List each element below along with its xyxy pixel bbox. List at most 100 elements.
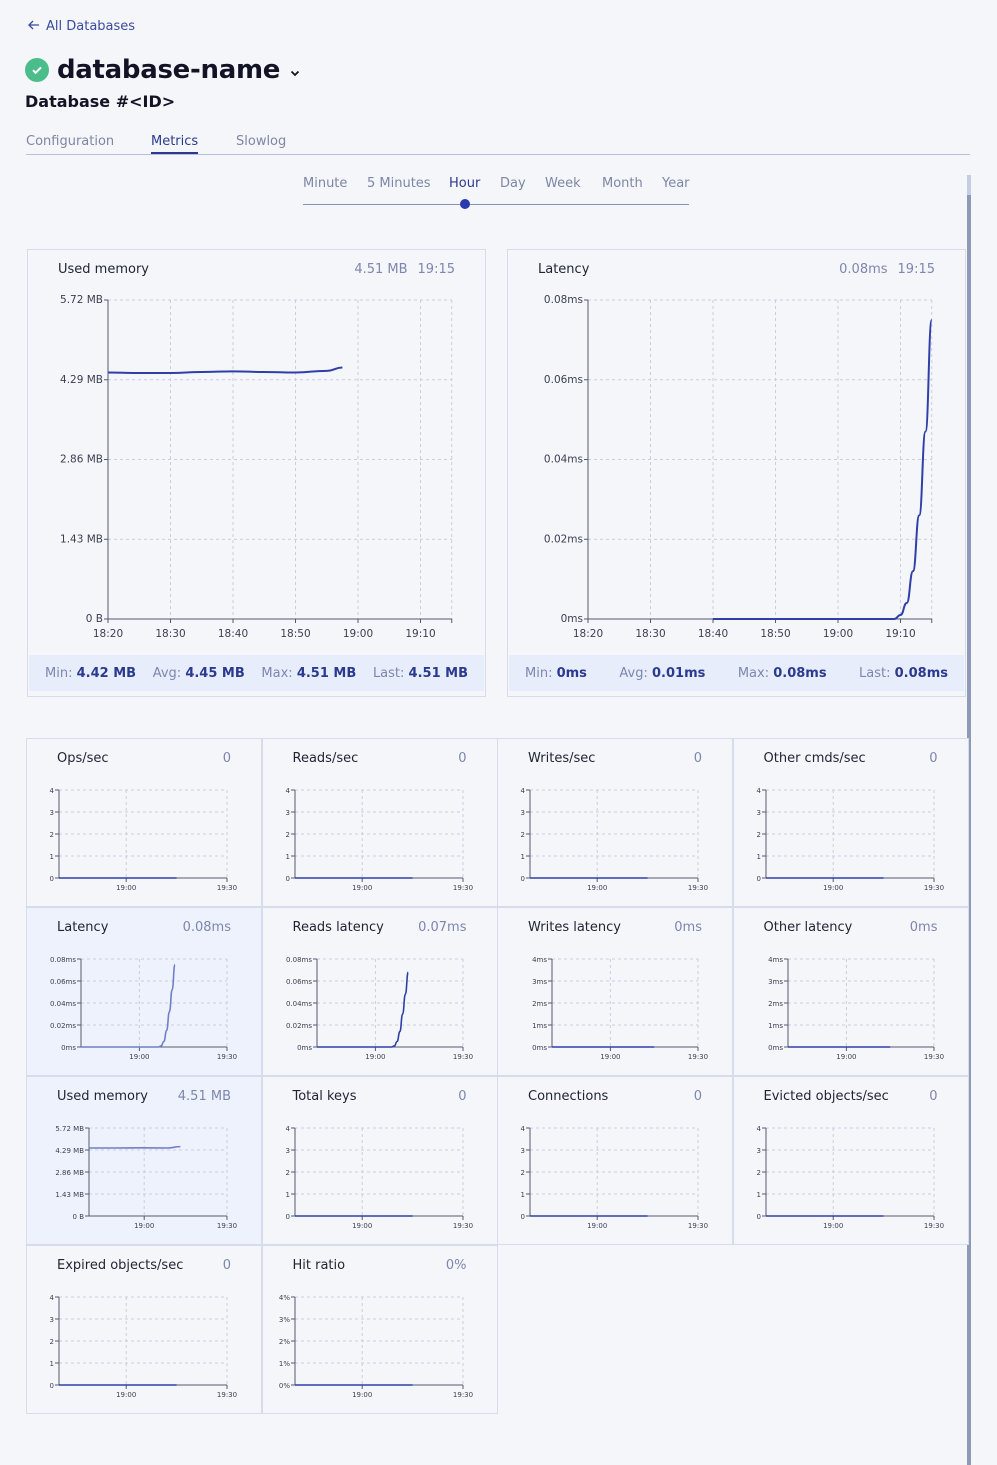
y-tick-label: 0 [50, 875, 54, 883]
series-line [89, 1145, 181, 1149]
y-tick-label: 3 [521, 1147, 525, 1155]
x-tick-label: 18:20 [93, 628, 123, 640]
tab-configuration[interactable]: Configuration [26, 134, 114, 152]
period-week[interactable]: Week [545, 176, 581, 191]
metric-chart: 19:00 19:30 0 B 1.43 MB 2.86 MB 4.29 MB 5.72 M… [55, 1125, 237, 1230]
y-tick-label: 1ms [768, 1022, 783, 1030]
x-tick-label: 19:10 [405, 628, 435, 640]
y-tick-label: 1ms [532, 1022, 547, 1030]
x-tick-label: 19:00 [116, 884, 136, 892]
period-hour[interactable]: Hour [449, 176, 480, 191]
y-tick-label: 2.86 MB [55, 1169, 84, 1177]
y-tick-label: 2 [756, 1169, 760, 1177]
database-id: Database #<ID> [25, 92, 176, 111]
y-tick-label: 4.29 MB [60, 374, 103, 386]
y-tick-label: 4 [285, 1125, 290, 1133]
x-tick-label: 19:30 [217, 1391, 237, 1399]
metric-card: Ops/sec 0 19:00 19:30 0 1 2 3 4 [26, 738, 262, 907]
period-indicator[interactable] [460, 199, 470, 209]
y-tick-label: 1 [521, 853, 525, 861]
y-tick-label: 0 [285, 875, 289, 883]
back-link[interactable]: All Databases [28, 19, 135, 34]
y-tick-label: 0ms [768, 1044, 783, 1052]
y-tick-label: 0.06ms [544, 374, 583, 386]
y-tick-label: 0 [756, 1213, 760, 1221]
x-tick-label: 19:00 [600, 1053, 620, 1061]
y-tick-label: 1 [285, 1191, 289, 1199]
y-tick-label: 1 [521, 1191, 525, 1199]
metric-card: Writes/sec 0 19:00 19:30 0 1 2 3 4 [497, 738, 733, 907]
x-tick-label: 19:30 [688, 1222, 708, 1230]
y-tick-label: 4ms [768, 956, 783, 964]
y-tick-label: 4% [278, 1294, 289, 1302]
x-tick-label: 19:10 [885, 628, 915, 640]
y-tick-label: 0ms [297, 1044, 312, 1052]
metric-chart: 19:00 19:30 0 1 2 3 4 [756, 787, 944, 892]
x-tick-label: 19:00 [823, 628, 853, 640]
metric-card: Reads/sec 0 19:00 19:30 0 1 2 3 4 [261, 738, 498, 907]
y-tick-label: 0.04ms [285, 1000, 311, 1008]
x-tick-label: 18:40 [698, 628, 728, 640]
stats-bar: Min: 0ms Avg: 0.01ms Max: 0.08ms Last: 0… [509, 655, 964, 691]
metric-card: Evicted objects/sec 0 19:00 19:30 0 1 2 3 4 [732, 1076, 969, 1245]
y-tick-label: 0ms [561, 613, 583, 625]
period-month[interactable]: Month [602, 176, 643, 191]
metric-chart: 19:00 19:30 0% 1% 2% 3% 4% [278, 1294, 472, 1399]
y-tick-label: 4 [756, 787, 761, 795]
metric-chart: 19:00 19:30 0ms 1ms 2ms 3ms 4ms [768, 956, 944, 1061]
metric-chart: 19:00 19:30 0ms 1ms 2ms 3ms 4ms [532, 956, 708, 1061]
tab-metrics[interactable]: Metrics [151, 134, 199, 154]
x-tick-label: 19:00 [587, 884, 607, 892]
metric-chart: 19:00 19:30 0 1 2 3 4 [50, 787, 238, 892]
stat-last: Last: 4.51 MB [372, 665, 468, 681]
metric-chart: 19:00 19:30 0 1 2 3 4 [756, 1125, 944, 1230]
stat-avg: Avg: 4.45 MB [152, 665, 245, 681]
database-title: database-name [25, 55, 300, 85]
period-selector: Minute 5 Minutes Hour Day Week Month Yea… [303, 176, 690, 209]
y-tick-label: 1 [50, 853, 54, 861]
y-tick-label: 3 [285, 1147, 289, 1155]
y-tick-label: 3 [50, 1316, 54, 1324]
y-tick-label: 2 [285, 1169, 289, 1177]
period-day[interactable]: Day [500, 176, 526, 191]
y-tick-label: 0ms [61, 1044, 76, 1052]
chevron-down-icon[interactable] [290, 66, 300, 81]
x-tick-label: 19:00 [134, 1222, 154, 1230]
x-tick-label: 19:00 [352, 1222, 372, 1230]
y-tick-label: 3 [756, 809, 760, 817]
y-tick-label: 3 [756, 1147, 760, 1155]
y-tick-label: 3% [278, 1316, 289, 1324]
y-tick-label: 0.04ms [50, 1000, 76, 1008]
y-tick-label: 3 [50, 809, 54, 817]
stat-min: Min: 0ms [525, 665, 587, 681]
period-year[interactable]: Year [662, 176, 690, 191]
y-tick-label: 5.72 MB [55, 1125, 84, 1133]
metric-chart: 19:00 19:30 0 1 2 3 4 [521, 1125, 709, 1230]
x-tick-label: 19:30 [923, 884, 943, 892]
x-tick-label: 19:00 [587, 1222, 607, 1230]
period-5-minutes[interactable]: 5 Minutes [367, 176, 431, 191]
y-tick-label: 0 [521, 875, 525, 883]
x-tick-label: 19:30 [923, 1053, 943, 1061]
y-tick-label: 1 [285, 853, 289, 861]
y-tick-label: 4 [756, 1125, 761, 1133]
period-minute[interactable]: Minute [303, 176, 347, 191]
y-tick-label: 0.06ms [285, 978, 311, 986]
y-tick-label: 3 [521, 809, 525, 817]
y-tick-label: 0 B [73, 1213, 85, 1221]
status-ok-icon [25, 58, 49, 82]
x-tick-label: 19:00 [352, 884, 372, 892]
used-memory-chart: 18:20 18:30 18:40 18:50 19:00 19:10 0 B 1.43 MB… [60, 294, 453, 640]
y-tick-label: 0.04ms [544, 454, 583, 466]
tab-bar: Configuration Metrics Slowlog [26, 133, 970, 155]
metric-chart: 19:00 19:30 0 1 2 3 4 [285, 1125, 473, 1230]
metric-card: Used memory 4.51 MB 19:00 19:30 0 B 1.43 MB 2.… [26, 1076, 262, 1245]
y-tick-label: 4 [50, 787, 55, 795]
tab-slowlog[interactable]: Slowlog [236, 134, 286, 152]
metric-card: Total keys 0 19:00 19:30 0 1 2 3 4 [261, 1076, 498, 1245]
x-tick-label: 19:00 [116, 1391, 136, 1399]
y-tick-label: 0.08ms [544, 294, 583, 306]
latency-card: Latency 0.08ms 19:15 18:20 18:30 18:40 18:50… [507, 249, 966, 697]
metric-card: Expired objects/sec 0 19:00 19:30 0 1 2 3 4 [26, 1245, 262, 1414]
stat-last: Last: 0.08ms [859, 665, 948, 681]
